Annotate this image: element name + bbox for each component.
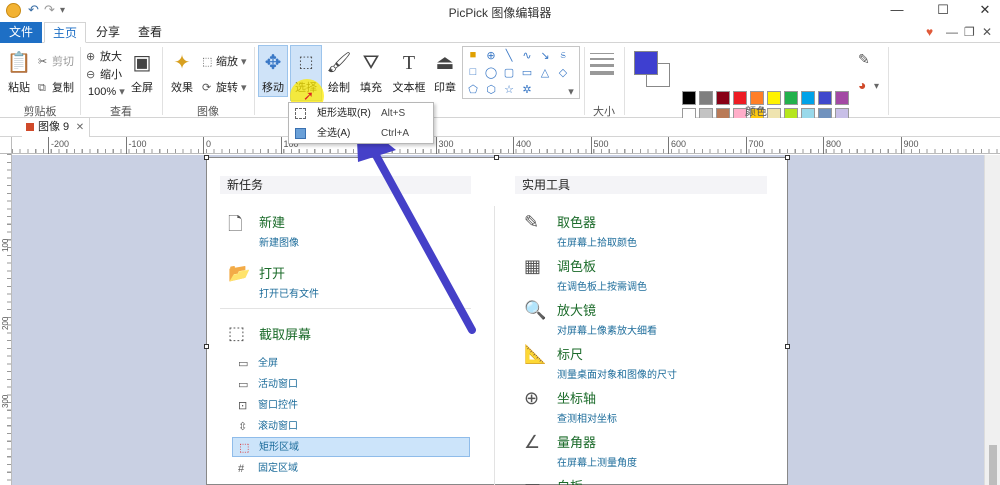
menu-item-select-all[interactable]: 全选(A) Ctrl+A xyxy=(289,124,433,143)
rect-select-icon xyxy=(295,108,306,119)
select-all-icon xyxy=(295,128,306,139)
menu-item-rect-select[interactable]: 矩形选取(R) Alt+S xyxy=(289,104,433,123)
annotation-arrow xyxy=(356,118,476,334)
select-dropdown-menu: 矩形选取(R) Alt+S 全选(A) Ctrl+A xyxy=(288,102,434,144)
